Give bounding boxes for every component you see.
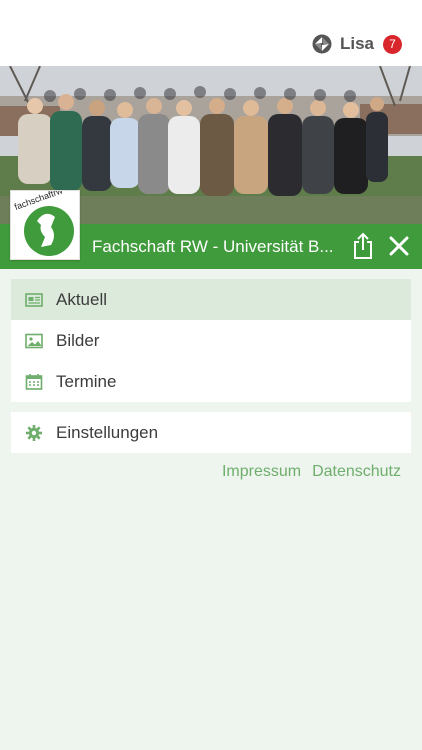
menu-item-termine[interactable]: Termine (11, 361, 411, 402)
menu-item-label: Einstellungen (56, 422, 159, 442)
menu-item-label: Bilder (56, 330, 100, 350)
user-name[interactable]: Lisa (340, 34, 374, 54)
menu-item-einstellungen[interactable]: Einstellungen (11, 412, 411, 453)
page-title: Fachschaft RW - Universität B... (92, 237, 334, 256)
app-logo-icon (312, 34, 332, 54)
newspaper-icon (25, 292, 43, 307)
share-icon[interactable] (350, 232, 376, 260)
settings-menu: Einstellungen (11, 412, 411, 453)
menu-item-label: Aktuell (56, 289, 108, 309)
impressum-link[interactable]: Impressum (222, 463, 301, 481)
top-bar: Lisa 7 (0, 0, 422, 66)
gear-icon (26, 424, 42, 441)
menu-item-aktuell[interactable]: Aktuell (11, 279, 411, 320)
user-menu[interactable]: Lisa 7 (312, 31, 402, 57)
organization-logo: fachschaftrw (10, 185, 80, 260)
calendar-icon (25, 373, 43, 390)
image-icon (25, 333, 43, 348)
close-icon[interactable] (387, 234, 411, 258)
notification-badge[interactable]: 7 (383, 34, 402, 54)
footer-links: Impressum Datenschutz (222, 463, 401, 481)
menu-item-label: Termine (56, 371, 117, 391)
menu-item-bilder[interactable]: Bilder (11, 320, 411, 361)
datenschutz-link[interactable]: Datenschutz (312, 463, 401, 481)
main-menu: Aktuell Bilder Termine (11, 279, 411, 402)
